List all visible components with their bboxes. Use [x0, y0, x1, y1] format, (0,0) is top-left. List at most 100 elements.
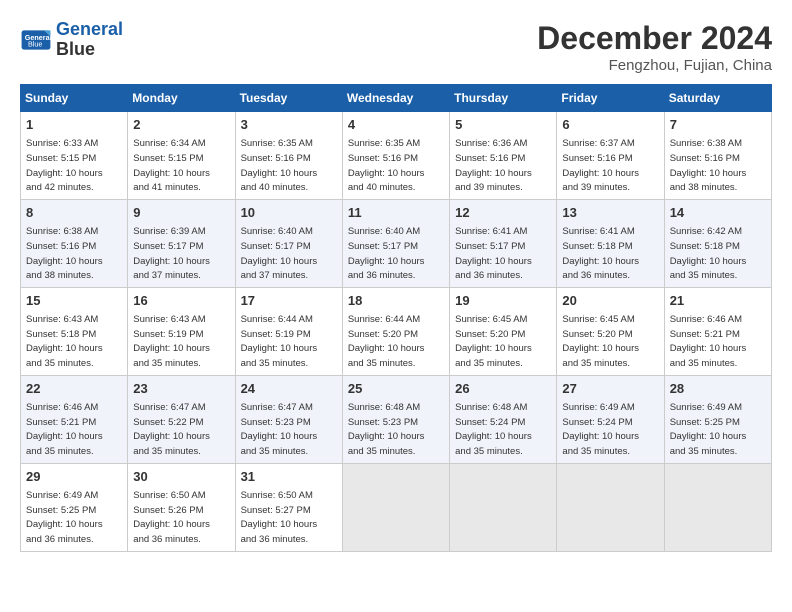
- calendar-week-3: 15 Sunrise: 6:43 AMSunset: 5:18 PMDaylig…: [21, 287, 772, 375]
- day-info: Sunrise: 6:45 AMSunset: 5:20 PMDaylight:…: [562, 314, 639, 369]
- day-info: Sunrise: 6:45 AMSunset: 5:20 PMDaylight:…: [455, 314, 532, 369]
- calendar-empty: [450, 463, 557, 551]
- calendar-day-25: 25 Sunrise: 6:48 AMSunset: 5:23 PMDaylig…: [342, 375, 449, 463]
- day-number: 7: [670, 116, 766, 134]
- svg-text:Blue: Blue: [28, 39, 42, 48]
- day-info: Sunrise: 6:41 AMSunset: 5:17 PMDaylight:…: [455, 226, 532, 281]
- day-info: Sunrise: 6:38 AMSunset: 5:16 PMDaylight:…: [26, 226, 103, 281]
- day-number: 17: [241, 292, 337, 310]
- calendar-day-24: 24 Sunrise: 6:47 AMSunset: 5:23 PMDaylig…: [235, 375, 342, 463]
- calendar-day-10: 10 Sunrise: 6:40 AMSunset: 5:17 PMDaylig…: [235, 199, 342, 287]
- day-info: Sunrise: 6:46 AMSunset: 5:21 PMDaylight:…: [26, 402, 103, 457]
- calendar-day-26: 26 Sunrise: 6:48 AMSunset: 5:24 PMDaylig…: [450, 375, 557, 463]
- calendar-empty: [557, 463, 664, 551]
- day-info: Sunrise: 6:34 AMSunset: 5:15 PMDaylight:…: [133, 138, 210, 193]
- day-number: 2: [133, 116, 229, 134]
- weekday-header-wednesday: Wednesday: [342, 85, 449, 112]
- day-info: Sunrise: 6:49 AMSunset: 5:25 PMDaylight:…: [26, 490, 103, 545]
- calendar-day-14: 14 Sunrise: 6:42 AMSunset: 5:18 PMDaylig…: [664, 199, 771, 287]
- weekday-header-friday: Friday: [557, 85, 664, 112]
- day-number: 4: [348, 116, 444, 134]
- weekday-header-sunday: Sunday: [21, 85, 128, 112]
- calendar-day-18: 18 Sunrise: 6:44 AMSunset: 5:20 PMDaylig…: [342, 287, 449, 375]
- weekday-header-thursday: Thursday: [450, 85, 557, 112]
- calendar-day-30: 30 Sunrise: 6:50 AMSunset: 5:26 PMDaylig…: [128, 463, 235, 551]
- day-number: 1: [26, 116, 122, 134]
- day-info: Sunrise: 6:36 AMSunset: 5:16 PMDaylight:…: [455, 138, 532, 193]
- calendar-day-2: 2 Sunrise: 6:34 AMSunset: 5:15 PMDayligh…: [128, 112, 235, 200]
- calendar-day-21: 21 Sunrise: 6:46 AMSunset: 5:21 PMDaylig…: [664, 287, 771, 375]
- calendar-day-27: 27 Sunrise: 6:49 AMSunset: 5:24 PMDaylig…: [557, 375, 664, 463]
- day-info: Sunrise: 6:43 AMSunset: 5:19 PMDaylight:…: [133, 314, 210, 369]
- day-info: Sunrise: 6:41 AMSunset: 5:18 PMDaylight:…: [562, 226, 639, 281]
- calendar-day-31: 31 Sunrise: 6:50 AMSunset: 5:27 PMDaylig…: [235, 463, 342, 551]
- day-number: 13: [562, 204, 658, 222]
- calendar-day-17: 17 Sunrise: 6:44 AMSunset: 5:19 PMDaylig…: [235, 287, 342, 375]
- calendar-day-9: 9 Sunrise: 6:39 AMSunset: 5:17 PMDayligh…: [128, 199, 235, 287]
- calendar-day-12: 12 Sunrise: 6:41 AMSunset: 5:17 PMDaylig…: [450, 199, 557, 287]
- weekday-header-row: SundayMondayTuesdayWednesdayThursdayFrid…: [21, 85, 772, 112]
- calendar-day-8: 8 Sunrise: 6:38 AMSunset: 5:16 PMDayligh…: [21, 199, 128, 287]
- weekday-header-monday: Monday: [128, 85, 235, 112]
- weekday-header-tuesday: Tuesday: [235, 85, 342, 112]
- day-number: 14: [670, 204, 766, 222]
- day-info: Sunrise: 6:48 AMSunset: 5:23 PMDaylight:…: [348, 402, 425, 457]
- location: Fengzhou, Fujian, China: [537, 57, 772, 74]
- page-header: General Blue GeneralBlue December 2024 F…: [20, 20, 772, 74]
- day-info: Sunrise: 6:44 AMSunset: 5:19 PMDaylight:…: [241, 314, 318, 369]
- calendar-table: SundayMondayTuesdayWednesdayThursdayFrid…: [20, 84, 772, 552]
- calendar-week-2: 8 Sunrise: 6:38 AMSunset: 5:16 PMDayligh…: [21, 199, 772, 287]
- calendar-day-23: 23 Sunrise: 6:47 AMSunset: 5:22 PMDaylig…: [128, 375, 235, 463]
- calendar-week-1: 1 Sunrise: 6:33 AMSunset: 5:15 PMDayligh…: [21, 112, 772, 200]
- month-title: December 2024: [537, 20, 772, 57]
- calendar-day-20: 20 Sunrise: 6:45 AMSunset: 5:20 PMDaylig…: [557, 287, 664, 375]
- calendar-day-3: 3 Sunrise: 6:35 AMSunset: 5:16 PMDayligh…: [235, 112, 342, 200]
- day-number: 30: [133, 468, 229, 486]
- day-info: Sunrise: 6:48 AMSunset: 5:24 PMDaylight:…: [455, 402, 532, 457]
- day-number: 3: [241, 116, 337, 134]
- calendar-day-16: 16 Sunrise: 6:43 AMSunset: 5:19 PMDaylig…: [128, 287, 235, 375]
- day-info: Sunrise: 6:33 AMSunset: 5:15 PMDaylight:…: [26, 138, 103, 193]
- calendar-day-6: 6 Sunrise: 6:37 AMSunset: 5:16 PMDayligh…: [557, 112, 664, 200]
- calendar-day-4: 4 Sunrise: 6:35 AMSunset: 5:16 PMDayligh…: [342, 112, 449, 200]
- calendar-empty: [664, 463, 771, 551]
- calendar-day-28: 28 Sunrise: 6:49 AMSunset: 5:25 PMDaylig…: [664, 375, 771, 463]
- calendar-day-13: 13 Sunrise: 6:41 AMSunset: 5:18 PMDaylig…: [557, 199, 664, 287]
- weekday-header-saturday: Saturday: [664, 85, 771, 112]
- day-number: 22: [26, 380, 122, 398]
- logo-text: GeneralBlue: [56, 20, 123, 60]
- day-info: Sunrise: 6:39 AMSunset: 5:17 PMDaylight:…: [133, 226, 210, 281]
- day-number: 12: [455, 204, 551, 222]
- calendar-week-5: 29 Sunrise: 6:49 AMSunset: 5:25 PMDaylig…: [21, 463, 772, 551]
- day-number: 6: [562, 116, 658, 134]
- day-number: 11: [348, 204, 444, 222]
- day-info: Sunrise: 6:49 AMSunset: 5:24 PMDaylight:…: [562, 402, 639, 457]
- calendar-day-11: 11 Sunrise: 6:40 AMSunset: 5:17 PMDaylig…: [342, 199, 449, 287]
- day-info: Sunrise: 6:38 AMSunset: 5:16 PMDaylight:…: [670, 138, 747, 193]
- day-info: Sunrise: 6:40 AMSunset: 5:17 PMDaylight:…: [348, 226, 425, 281]
- day-number: 18: [348, 292, 444, 310]
- calendar-day-1: 1 Sunrise: 6:33 AMSunset: 5:15 PMDayligh…: [21, 112, 128, 200]
- day-info: Sunrise: 6:35 AMSunset: 5:16 PMDaylight:…: [241, 138, 318, 193]
- logo-icon: General Blue: [20, 24, 52, 56]
- day-info: Sunrise: 6:35 AMSunset: 5:16 PMDaylight:…: [348, 138, 425, 193]
- day-info: Sunrise: 6:50 AMSunset: 5:26 PMDaylight:…: [133, 490, 210, 545]
- day-number: 8: [26, 204, 122, 222]
- day-number: 26: [455, 380, 551, 398]
- day-number: 19: [455, 292, 551, 310]
- day-info: Sunrise: 6:46 AMSunset: 5:21 PMDaylight:…: [670, 314, 747, 369]
- day-number: 25: [348, 380, 444, 398]
- title-block: December 2024 Fengzhou, Fujian, China: [537, 20, 772, 74]
- day-number: 23: [133, 380, 229, 398]
- day-number: 20: [562, 292, 658, 310]
- day-info: Sunrise: 6:47 AMSunset: 5:23 PMDaylight:…: [241, 402, 318, 457]
- day-number: 5: [455, 116, 551, 134]
- day-number: 15: [26, 292, 122, 310]
- day-info: Sunrise: 6:50 AMSunset: 5:27 PMDaylight:…: [241, 490, 318, 545]
- day-info: Sunrise: 6:49 AMSunset: 5:25 PMDaylight:…: [670, 402, 747, 457]
- calendar-empty: [342, 463, 449, 551]
- calendar-day-7: 7 Sunrise: 6:38 AMSunset: 5:16 PMDayligh…: [664, 112, 771, 200]
- calendar-week-4: 22 Sunrise: 6:46 AMSunset: 5:21 PMDaylig…: [21, 375, 772, 463]
- day-number: 29: [26, 468, 122, 486]
- day-number: 10: [241, 204, 337, 222]
